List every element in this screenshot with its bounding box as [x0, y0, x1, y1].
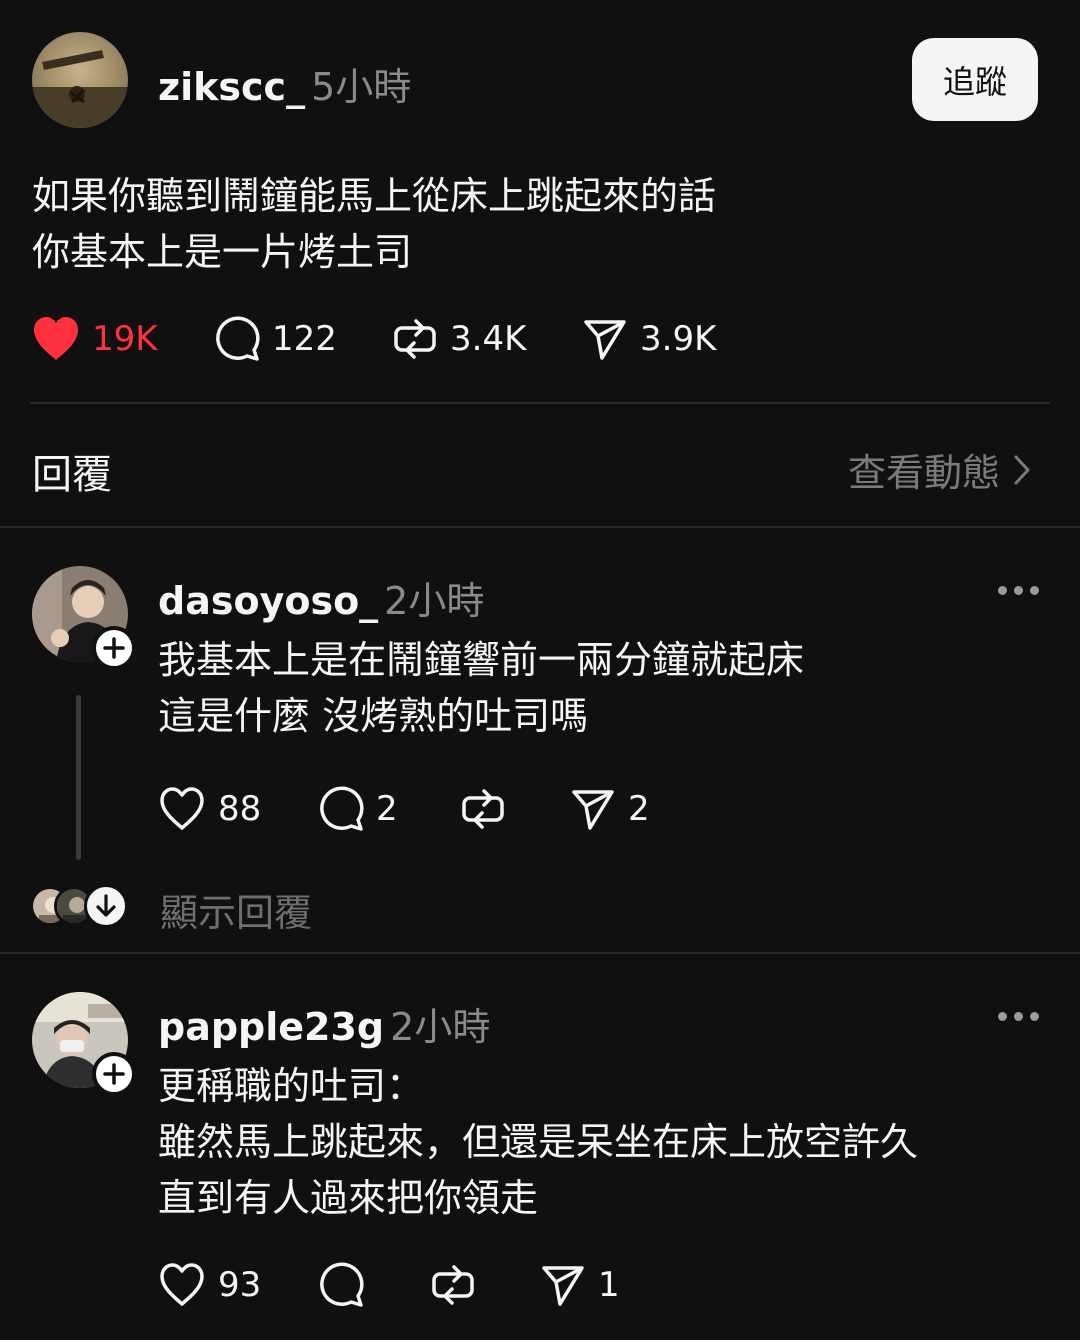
repost-icon: [462, 789, 504, 829]
repost-icon: [394, 319, 436, 359]
repost-icon: [432, 1265, 474, 1305]
like-count: 88: [218, 789, 262, 829]
repost-count: 3.4K: [450, 319, 527, 359]
comment-button[interactable]: 122: [214, 316, 337, 362]
share-button[interactable]: 2: [570, 786, 650, 832]
view-activity-label: 查看動態: [847, 451, 1000, 495]
arrow-down-icon: [96, 894, 116, 917]
reply-text-line-2: 雖然馬上跳起來，但還是呆坐在床上放空許久: [158, 1120, 919, 1164]
comment-button[interactable]: [318, 1262, 376, 1308]
more-options-button[interactable]: [998, 586, 1039, 595]
plus-icon: [103, 637, 125, 659]
share-button[interactable]: 3.9K: [582, 316, 716, 362]
comment-button[interactable]: 2: [318, 786, 398, 832]
like-button[interactable]: 19K: [32, 316, 158, 362]
comment-count: 122: [272, 319, 337, 359]
reply-divider: [0, 952, 1080, 954]
share-button[interactable]: 1: [540, 1262, 620, 1308]
author-username[interactable]: zikscc_ 5小時: [158, 56, 411, 111]
post-text: 如果你聽到鬧鐘能馬上從床上跳起來的話 你基本上是一片烤土司: [32, 168, 716, 280]
share-count: 2: [628, 789, 650, 829]
send-icon: [584, 320, 626, 360]
repost-button[interactable]: [460, 786, 518, 832]
follow-plus-badge[interactable]: [92, 626, 136, 670]
reply-time: 2小時: [384, 579, 485, 623]
thread-line: [76, 695, 81, 860]
chevron-right-icon: [1014, 455, 1030, 484]
heart-icon: [160, 1263, 204, 1306]
reply-text-line-1: 我基本上是在鬧鐘響前一兩分鐘就起床: [158, 638, 805, 682]
follow-button[interactable]: 追蹤: [912, 38, 1038, 121]
post-text-line-2: 你基本上是一片烤土司: [32, 230, 413, 274]
like-button[interactable]: 88: [158, 786, 261, 832]
show-replies-link[interactable]: 顯示回覆: [160, 882, 312, 937]
reply-username-text[interactable]: dasoyoso_: [158, 579, 378, 623]
view-activity-link[interactable]: 查看動態: [848, 442, 1030, 497]
post-divider: [30, 402, 1050, 404]
reply-text-line-3: 直到有人過來把你領走: [158, 1176, 539, 1220]
repost-button[interactable]: 3.4K: [392, 316, 526, 362]
reply-username[interactable]: dasoyoso_ 2小時: [158, 570, 484, 625]
author-username-text[interactable]: zikscc_: [158, 65, 305, 109]
like-count: 19K: [92, 319, 158, 359]
reply-time: 2小時: [390, 1005, 491, 1049]
reply-text-line-1: 更稱職的吐司：: [158, 1064, 425, 1108]
comment-icon: [320, 786, 364, 831]
share-count: 1: [598, 1265, 620, 1305]
post-time: 5小時: [311, 65, 412, 109]
repost-button[interactable]: [430, 1262, 488, 1308]
share-count: 3.9K: [640, 319, 717, 359]
replies-header-divider: [0, 526, 1080, 528]
like-button[interactable]: 93: [158, 1262, 261, 1308]
comment-icon: [216, 316, 260, 361]
reply-text: 我基本上是在鬧鐘響前一兩分鐘就起床 這是什麼 沒烤熟的吐司嗎: [158, 632, 804, 744]
more-options-button[interactable]: [998, 1012, 1039, 1021]
reply-text: 更稱職的吐司： 雖然馬上跳起來，但還是呆坐在床上放空許久 直到有人過來把你領走: [158, 1058, 918, 1226]
comment-icon: [320, 1262, 364, 1307]
heart-filled-icon: [34, 317, 78, 360]
follow-plus-badge[interactable]: [92, 1052, 136, 1096]
reply-text-line-2: 這是什麼 沒烤熟的吐司嗎: [158, 694, 589, 738]
replies-label: 回覆: [32, 452, 112, 498]
plus-icon: [103, 1063, 125, 1085]
mini-avatar-expand[interactable]: [84, 884, 128, 928]
reply-username[interactable]: papple23g 2小時: [158, 996, 490, 1051]
comment-count: 2: [376, 789, 398, 829]
send-icon: [572, 790, 614, 830]
send-icon: [542, 1266, 584, 1306]
heart-icon: [160, 787, 204, 830]
post-text-line-1: 如果你聽到鬧鐘能馬上從床上跳起來的話: [32, 174, 717, 218]
like-count: 93: [218, 1265, 262, 1305]
author-avatar[interactable]: [32, 32, 128, 128]
reply-avatars-stack[interactable]: [30, 884, 130, 928]
reply-username-text[interactable]: papple23g: [158, 1005, 384, 1049]
